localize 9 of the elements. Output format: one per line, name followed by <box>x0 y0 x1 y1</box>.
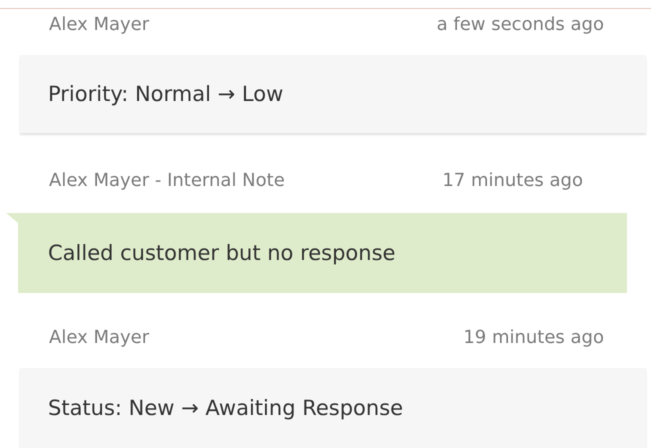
author-name: Alex Mayer - Internal Note <box>49 170 285 190</box>
author-name: Alex Mayer <box>49 326 150 348</box>
note-bubble: Called customer but no response <box>6 213 627 293</box>
timestamp: 17 minutes ago <box>442 170 583 190</box>
change-card: Status: New → Awaiting Response <box>20 368 646 448</box>
timestamp: 19 minutes ago <box>463 326 604 348</box>
change-card: Priority: Normal → Low <box>20 55 646 133</box>
timestamp: a few seconds ago <box>436 14 604 34</box>
author-name: Alex Mayer <box>49 14 150 34</box>
